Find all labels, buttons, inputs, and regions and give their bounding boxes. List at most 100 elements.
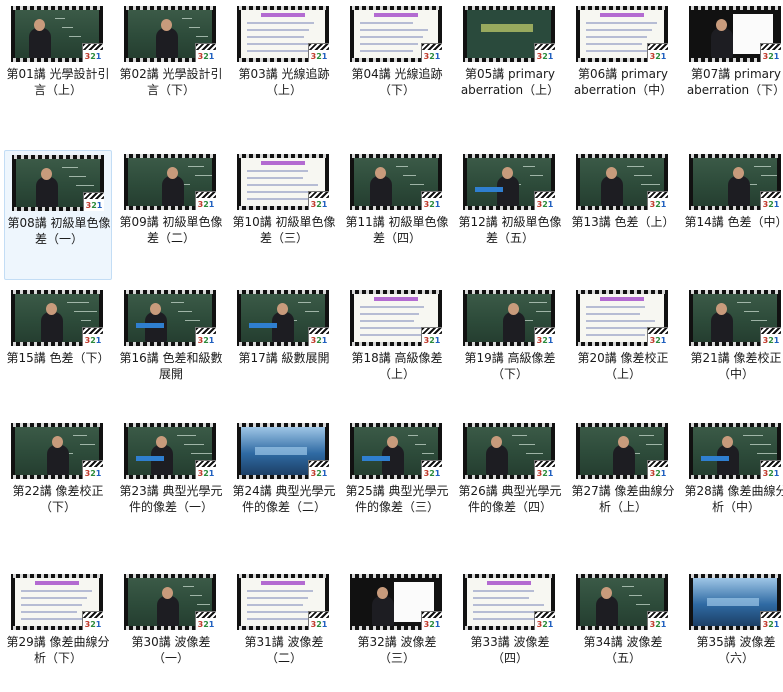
video-file-item[interactable]: 321 第06講 primary aberration（中）: [569, 2, 677, 124]
chalk-writing: [641, 184, 660, 185]
video-file-item[interactable]: 321 第13講 色差（上）: [569, 150, 677, 280]
badge-text: 321: [198, 470, 215, 478]
slide-title-bar: [261, 161, 305, 165]
video-file-item[interactable]: 321 第10講 初級單色像差（三）: [230, 150, 338, 280]
video-file-item[interactable]: 321 第24講 典型光學元件的像差（二）: [230, 419, 338, 541]
video-file-item[interactable]: 321 第33講 波像差（四）: [456, 570, 564, 692]
video-file-item[interactable]: 321 第30講 波像差（一）: [117, 570, 225, 692]
slide-text-line: [473, 611, 539, 613]
video-thumbnail: 321: [463, 290, 555, 346]
slide-text-line: [360, 43, 418, 45]
file-name-label: 第35講 波像差（六）: [696, 635, 776, 665]
slide-text-line: [473, 618, 534, 620]
chalk-writing: [634, 175, 652, 176]
video-file-item[interactable]: 321 第20講 像差校正（上）: [569, 286, 677, 408]
video-file-item[interactable]: 321 第12講 初級單色像差（五）: [456, 150, 564, 280]
media-player-icon: 321: [534, 327, 555, 346]
badge-digit: 1: [434, 620, 441, 629]
video-file-item[interactable]: 321 第28講 像差曲線分析（中）: [682, 419, 783, 541]
media-player-icon: 321: [760, 611, 781, 630]
badge-digit: 1: [321, 200, 328, 209]
lecturer-head: [162, 587, 173, 599]
video-file-item[interactable]: 321 第05講 primary aberration（上）: [456, 2, 564, 124]
media-player-icon: 321: [83, 192, 104, 211]
video-file-item[interactable]: 321 第15講 色差（下）: [4, 286, 112, 408]
lecturer: [728, 176, 750, 206]
slide-text-line: [360, 29, 428, 31]
badge-digit: 1: [95, 52, 102, 61]
video-file-item[interactable]: 321 第18講 高級像差（上）: [343, 286, 451, 408]
badge-text: 321: [424, 53, 441, 61]
media-player-icon: 321: [647, 43, 668, 62]
slide-text-line: [586, 334, 645, 336]
clapperboard-icon: [309, 461, 329, 467]
video-file-item[interactable]: 321 第07講 primary aberration（下）: [682, 2, 783, 124]
clapperboard-icon: [535, 328, 555, 334]
video-file-item[interactable]: 321 第11講 初級單色像差（四）: [343, 150, 451, 280]
video-thumbnail: 321: [12, 155, 104, 211]
slide-text-line: [247, 50, 314, 52]
video-thumbnail: 321: [463, 574, 555, 630]
slide-text-line: [247, 590, 313, 592]
chalk-writing: [512, 435, 527, 436]
video-file-item[interactable]: 321 第23講 典型光學元件的像差（一）: [117, 419, 225, 541]
lecturer-head: [733, 167, 744, 179]
video-file-item[interactable]: 321 第21講 像差校正（中）: [682, 286, 783, 408]
video-file-item[interactable]: 321 第14講 色差（中）: [682, 150, 783, 280]
video-file-item[interactable]: 321 第04講 光線追跡（下）: [343, 2, 451, 124]
video-file-item[interactable]: 321 第17講 級數展開: [230, 286, 338, 408]
chalk-writing: [182, 18, 192, 19]
video-file-item[interactable]: 321 第03講 光線追跡（上）: [230, 2, 338, 124]
clapperboard-icon: [648, 612, 668, 618]
video-file-item[interactable]: 321 第34講 波像差（五）: [569, 570, 677, 692]
lecturer: [372, 596, 394, 626]
video-file-item[interactable]: 321 第09講 初級單色像差（二）: [117, 150, 225, 280]
badge-digit: 1: [773, 469, 780, 478]
video-thumbnail: 321: [124, 574, 216, 630]
video-file-item[interactable]: 321 第26講 典型光學元件的像差（四）: [456, 419, 564, 541]
badge-digit: 1: [208, 620, 215, 629]
badge-digit: 1: [547, 620, 554, 629]
lecturer: [162, 176, 184, 206]
lecturer-head: [716, 303, 727, 315]
media-player-icon: 321: [421, 43, 442, 62]
video-file-item[interactable]: 321 第08講 初級單色像差（一）: [4, 150, 112, 280]
chalk-writing: [189, 27, 200, 28]
file-name-label: 第24講 典型光學元件的像差（二）: [232, 484, 336, 514]
lecturer: [29, 28, 51, 58]
video-file-item[interactable]: 321 第29講 像差曲線分析（下）: [4, 570, 112, 692]
badge-text: 321: [424, 201, 441, 209]
video-file-item[interactable]: 321 第25講 典型光學元件的像差（三）: [343, 419, 451, 541]
slide-title-bar: [374, 297, 418, 301]
video-file-item[interactable]: 321 第22講 像差校正（下）: [4, 419, 112, 541]
media-player-icon: 321: [534, 191, 555, 210]
chalk-writing: [80, 444, 95, 445]
clapperboard-icon: [83, 612, 103, 618]
slide-text-line: [360, 50, 413, 52]
badge-digit: 1: [660, 52, 667, 61]
badge-text: 321: [198, 53, 215, 61]
video-file-item[interactable]: 321 第32講 波像差（三）: [343, 570, 451, 692]
video-file-item[interactable]: 321 第19講 高級像差（下）: [456, 286, 564, 408]
video-file-item[interactable]: 321 第16講 色差和級數展開: [117, 286, 225, 408]
video-thumbnail: 321: [124, 423, 216, 479]
clapperboard-icon: [535, 612, 555, 618]
media-player-icon: 321: [308, 460, 329, 479]
video-file-item[interactable]: 321 第01講 光學設計引言（上）: [4, 2, 112, 124]
badge-digit: 1: [208, 200, 215, 209]
slide-text-line: [247, 22, 314, 24]
video-file-item[interactable]: 321 第27講 像差曲線分析（上）: [569, 419, 677, 541]
media-player-icon: 321: [534, 611, 555, 630]
file-name-label: 第19講 高級像差（下）: [464, 351, 556, 381]
clapperboard-icon: [196, 612, 216, 618]
video-file-item[interactable]: 321 第02講 光學設計引言（下）: [117, 2, 225, 124]
video-file-item[interactable]: 321 第31講 波像差（二）: [230, 570, 338, 692]
video-file-item[interactable]: 321 第35講 波像差（六）: [682, 570, 783, 692]
slide-text-line: [360, 22, 413, 24]
media-player-icon: 321: [534, 460, 555, 479]
slide-title-bar: [374, 13, 418, 17]
chalk-writing: [298, 302, 311, 303]
clapperboard-icon: [196, 192, 216, 198]
media-player-icon: 321: [421, 191, 442, 210]
media-player-icon: 321: [534, 43, 555, 62]
